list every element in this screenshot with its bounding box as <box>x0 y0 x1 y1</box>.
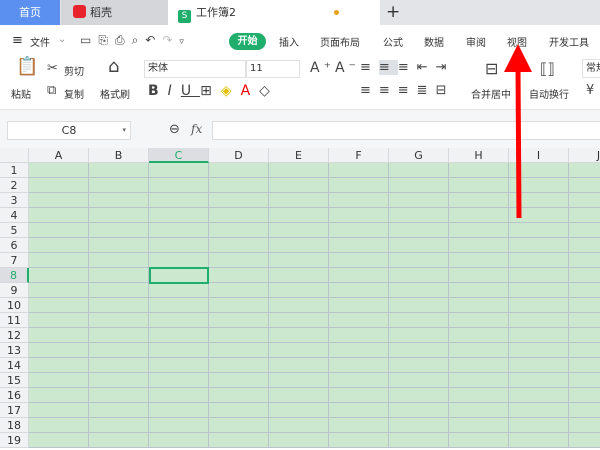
cell-C8[interactable] <box>149 267 209 284</box>
arrow-shaft <box>515 67 522 219</box>
annotation-arrow <box>504 44 532 219</box>
arrow-head <box>504 44 532 72</box>
